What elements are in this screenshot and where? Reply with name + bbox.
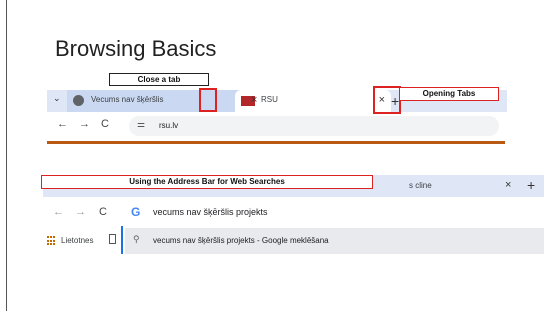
bookmark-doc-icon[interactable] — [109, 234, 116, 244]
address-bar-query[interactable]: vecums nav šķēršlis projekts — [153, 207, 268, 217]
browser-toolbar: ← → C ⚌ rsu.lv — [47, 112, 507, 140]
forward-icon[interactable]: → — [79, 118, 90, 130]
suggestion-text: vecums nav šķēršlis projekts - Google me… — [153, 236, 329, 245]
google-icon: G — [131, 205, 141, 219]
slide: Browsing Basics ⌄ Vecums nav šķēršlis RS… — [6, 0, 544, 311]
back-icon[interactable]: ← — [53, 206, 64, 218]
tab-rsu[interactable]: RSU × — [235, 90, 391, 112]
slide-title: Browsing Basics — [55, 36, 217, 61]
close-tab-icon[interactable]: × — [505, 180, 511, 191]
back-icon[interactable]: ← — [57, 118, 68, 130]
bookmarks-bar: Lietotnes — [43, 228, 133, 258]
tab-title: s cline — [409, 181, 432, 190]
apps-grid-icon[interactable] — [47, 236, 57, 246]
address-bar[interactable]: ⚌ rsu.lv — [129, 116, 499, 136]
close-tab-icon[interactable]: × — [251, 95, 257, 106]
bookmark-apps[interactable]: Lietotnes — [61, 236, 93, 245]
reload-icon[interactable]: C — [101, 118, 109, 130]
callout-opening-tabs: Opening Tabs — [399, 87, 499, 101]
tab-title: Vecums nav šķēršlis — [91, 95, 164, 104]
suggestion-focus-bar — [121, 226, 123, 254]
globe-icon — [73, 95, 84, 106]
address-bar-url: rsu.lv — [159, 121, 179, 130]
tab-title: RSU — [261, 95, 278, 104]
callout-close-tab: Close a tab — [109, 73, 209, 86]
tab-search-chevron-icon[interactable]: ⌄ — [53, 93, 61, 104]
highlight-new-tab — [373, 86, 401, 114]
search-icon: ⚲ — [133, 234, 140, 244]
callout-address-bar: Using the Address Bar for Web Searches — [41, 175, 373, 189]
browser-toolbar: ← → C G vecums nav šķēršlis projekts — [43, 200, 544, 226]
omnibox-suggestion[interactable]: ⚲ vecums nav šķēršlis projekts - Google … — [125, 228, 544, 254]
divider — [47, 141, 505, 144]
site-info-icon[interactable]: ⚌ — [137, 119, 145, 130]
highlight-close-tab — [199, 88, 217, 112]
reload-icon[interactable]: C — [99, 206, 107, 218]
forward-icon[interactable]: → — [75, 206, 86, 218]
new-tab-button[interactable]: + — [527, 177, 535, 193]
